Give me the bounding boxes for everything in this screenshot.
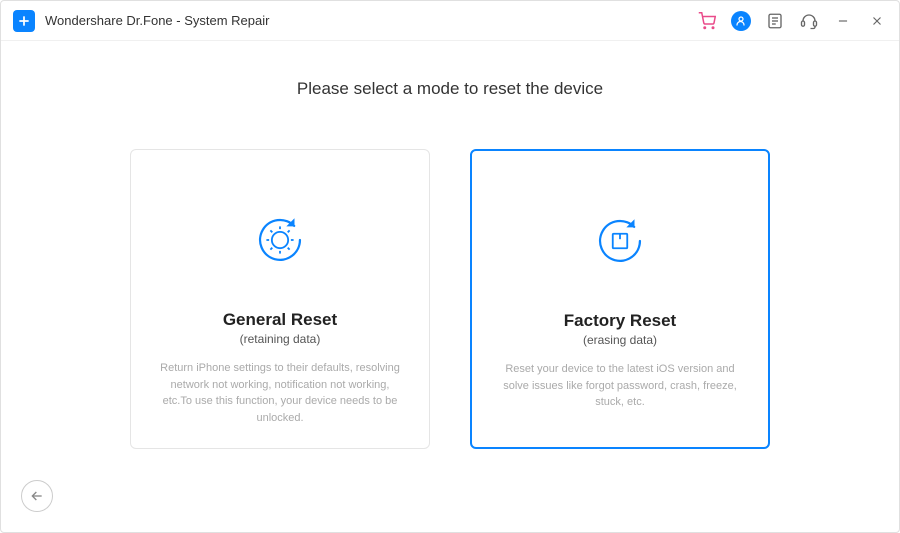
factory-reset-card[interactable]: Factory Reset (erasing data) Reset your … — [470, 149, 770, 449]
app-logo — [13, 10, 35, 32]
page-heading: Please select a mode to reset the device — [297, 79, 603, 99]
mode-cards: General Reset (retaining data) Return iP… — [130, 149, 770, 449]
app-title: Wondershare Dr.Fone - System Repair — [45, 13, 269, 28]
factory-reset-description: Reset your device to the latest iOS vers… — [500, 361, 740, 411]
factory-reset-subtitle: (erasing data) — [583, 333, 657, 347]
support-icon[interactable] — [799, 11, 819, 31]
general-reset-icon — [250, 210, 310, 270]
minimize-button[interactable] — [833, 11, 853, 31]
general-reset-card[interactable]: General Reset (retaining data) Return iP… — [130, 149, 430, 449]
factory-reset-icon — [590, 211, 650, 271]
user-icon[interactable] — [731, 11, 751, 31]
general-reset-description: Return iPhone settings to their defaults… — [159, 360, 401, 426]
main-content: Please select a mode to reset the device — [1, 41, 899, 532]
cart-icon[interactable] — [697, 11, 717, 31]
titlebar: Wondershare Dr.Fone - System Repair — [1, 1, 899, 41]
general-reset-title: General Reset — [223, 310, 337, 330]
factory-reset-title: Factory Reset — [564, 311, 676, 331]
close-button[interactable] — [867, 11, 887, 31]
general-reset-subtitle: (retaining data) — [240, 332, 321, 346]
app-window: Wondershare Dr.Fone - System Repair — [0, 0, 900, 533]
feedback-icon[interactable] — [765, 11, 785, 31]
titlebar-actions — [697, 11, 887, 31]
back-button[interactable] — [21, 480, 53, 512]
